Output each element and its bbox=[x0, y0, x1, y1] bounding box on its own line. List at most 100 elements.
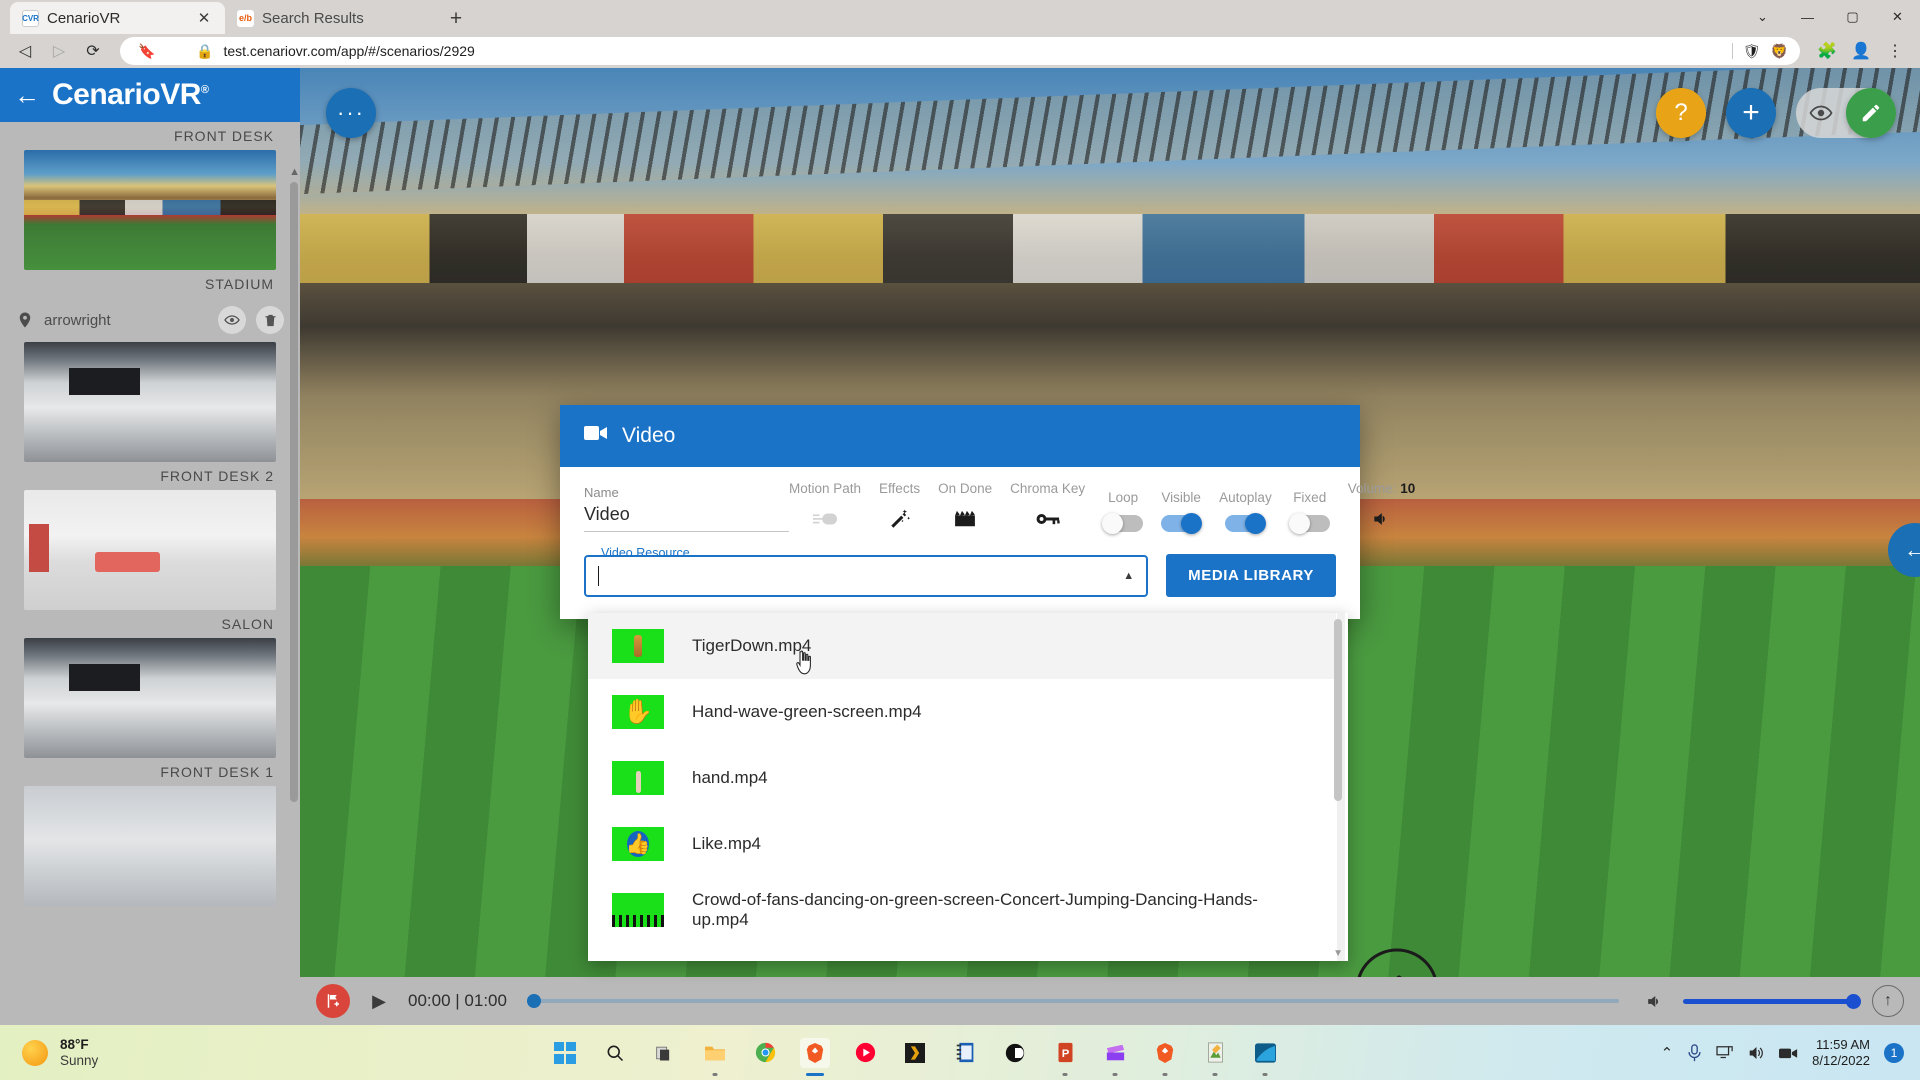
scene-item-front-desk-1[interactable]: FRONT DESK 1 bbox=[12, 638, 288, 786]
close-window-button[interactable]: ✕ bbox=[1875, 0, 1920, 34]
dropdown-scrollbar-track[interactable]: ▲ ▼ bbox=[1333, 613, 1345, 961]
maximize-button[interactable]: ▢ bbox=[1830, 0, 1875, 34]
browser-tab-cenariovr[interactable]: CVR CenarioVR ✕ bbox=[10, 2, 225, 34]
speaker-icon[interactable] bbox=[1639, 986, 1669, 1016]
video-resource-combobox[interactable]: ▲ bbox=[584, 554, 1149, 597]
chevron-up-icon[interactable]: ⌃ bbox=[1661, 1044, 1674, 1062]
list-item[interactable]: hand.mp4 bbox=[588, 745, 1336, 811]
option-motion-path[interactable]: Motion Path bbox=[789, 481, 861, 532]
dropdown-options-list[interactable]: TigerDown.mp4 Hand-wave-green-screen.mp4… bbox=[588, 613, 1336, 961]
camtasia-icon[interactable] bbox=[1250, 1038, 1280, 1076]
scene-thumbnail[interactable] bbox=[24, 150, 276, 270]
magic-wand-icon[interactable] bbox=[889, 506, 911, 532]
brave-icon[interactable]: 🦁 bbox=[1771, 43, 1788, 60]
dropdown-scrollbar-thumb[interactable] bbox=[1334, 619, 1342, 801]
scene-item-next[interactable] bbox=[12, 786, 288, 906]
option-chroma-key[interactable]: Chroma Key bbox=[1010, 481, 1085, 532]
video-resource-dropdown[interactable]: TigerDown.mp4 Hand-wave-green-screen.mp4… bbox=[588, 613, 1348, 961]
option-volume[interactable]: Volume: 10 bbox=[1348, 481, 1415, 532]
list-item[interactable]: Crowd-of-fans-dancing-on-green-screen-Co… bbox=[588, 877, 1336, 943]
scene-list[interactable]: ▲ FRONT DESK STADIUM arrowright FRONT DE… bbox=[0, 122, 300, 1025]
add-button[interactable]: + bbox=[1726, 88, 1776, 138]
add-flag-icon[interactable] bbox=[316, 984, 350, 1018]
new-tab-button[interactable]: + bbox=[440, 4, 472, 34]
scene-item-stadium[interactable]: STADIUM bbox=[12, 150, 288, 298]
play-button[interactable]: ▶ bbox=[364, 986, 394, 1016]
volume-knob[interactable] bbox=[1846, 993, 1861, 1009]
microphone-icon[interactable] bbox=[1687, 1043, 1702, 1062]
key-icon[interactable] bbox=[1036, 506, 1060, 532]
scroll-up-icon[interactable]: ▲ bbox=[1333, 613, 1343, 614]
speaker-icon[interactable] bbox=[1370, 506, 1392, 532]
shield-icon[interactable]: 🛡 bbox=[1743, 43, 1761, 60]
list-item[interactable]: Hand-wave-green-screen.mp4 bbox=[588, 679, 1336, 745]
profile-icon[interactable]: 👤 bbox=[1846, 37, 1876, 65]
lectora-icon[interactable] bbox=[1000, 1038, 1030, 1068]
loop-toggle[interactable] bbox=[1102, 513, 1144, 534]
notification-badge[interactable]: 1 bbox=[1883, 1042, 1904, 1063]
youtube-music-icon[interactable] bbox=[850, 1038, 880, 1068]
bookmark-icon[interactable]: 🔖 bbox=[132, 37, 162, 65]
option-on-done[interactable]: On Done bbox=[938, 481, 992, 532]
scroll-up-icon[interactable]: ▲ bbox=[289, 166, 300, 178]
option-visible[interactable]: Visible bbox=[1161, 490, 1203, 534]
trash-icon[interactable] bbox=[256, 306, 284, 334]
brave-beta-icon[interactable] bbox=[1150, 1038, 1180, 1076]
name-input[interactable] bbox=[584, 500, 789, 532]
notebook-icon[interactable] bbox=[950, 1038, 980, 1068]
scene-thumbnail[interactable] bbox=[24, 490, 276, 610]
address-bar[interactable]: 🔖 🔒 test.cenariovr.com/app/#/scenarios/2… bbox=[120, 37, 1800, 65]
volume-icon[interactable] bbox=[1748, 1045, 1765, 1061]
powerpoint-icon[interactable]: P bbox=[1050, 1038, 1080, 1076]
timeline-knob[interactable] bbox=[526, 994, 541, 1008]
option-fixed[interactable]: Fixed bbox=[1288, 490, 1330, 534]
clapperboard-icon[interactable] bbox=[954, 506, 976, 532]
browser-menu-icon[interactable]: ⋮ bbox=[1880, 37, 1910, 65]
start-button[interactable] bbox=[550, 1038, 580, 1068]
scene-thumbnail[interactable] bbox=[24, 786, 276, 906]
brave-browser-icon[interactable] bbox=[800, 1037, 831, 1076]
network-icon[interactable] bbox=[1716, 1045, 1734, 1061]
motion-path-icon[interactable] bbox=[813, 506, 838, 532]
task-view-icon[interactable] bbox=[650, 1038, 680, 1068]
browser-tab-search-results[interactable]: e/b Search Results bbox=[225, 2, 440, 34]
search-icon[interactable] bbox=[600, 1038, 630, 1068]
scene-thumbnail[interactable] bbox=[24, 638, 276, 758]
media-library-button[interactable]: MEDIA LIBRARY bbox=[1166, 554, 1336, 597]
chrome-icon[interactable] bbox=[750, 1038, 780, 1068]
clock[interactable]: 11:59 AM 8/12/2022 bbox=[1812, 1037, 1870, 1068]
help-button[interactable]: ? bbox=[1656, 88, 1706, 138]
file-explorer-icon[interactable] bbox=[700, 1038, 730, 1076]
chevron-up-icon[interactable]: ▲ bbox=[1123, 570, 1134, 582]
sidebar-scrollbar[interactable] bbox=[290, 182, 298, 802]
fixed-toggle[interactable] bbox=[1288, 513, 1330, 534]
list-item[interactable]: TigerDown.mp4 bbox=[588, 613, 1336, 679]
visible-toggle[interactable] bbox=[1161, 513, 1203, 534]
forward-icon[interactable]: ▷ bbox=[44, 37, 74, 65]
autoplay-toggle[interactable] bbox=[1225, 513, 1267, 534]
reload-icon[interactable]: ⟳ bbox=[78, 37, 108, 65]
chevron-down-icon[interactable]: ⌄ bbox=[1740, 0, 1785, 34]
edit-pencil-button[interactable] bbox=[1846, 88, 1896, 138]
expand-panel-button[interactable]: ↑ bbox=[1872, 985, 1904, 1017]
clipchamp-icon[interactable] bbox=[1100, 1038, 1130, 1076]
extensions-icon[interactable]: 🧩 bbox=[1812, 37, 1842, 65]
option-autoplay[interactable]: Autoplay bbox=[1219, 490, 1272, 534]
scene-item-salon[interactable]: SALON bbox=[12, 490, 288, 638]
scene-thumbnail[interactable] bbox=[24, 342, 276, 462]
back-icon[interactable]: ◁ bbox=[10, 37, 40, 65]
scene-menu-button[interactable]: ··· bbox=[326, 88, 376, 138]
video-resource-field[interactable]: Video Resource ▲ bbox=[584, 545, 1149, 597]
back-icon[interactable]: ← bbox=[14, 82, 40, 108]
snagit-editor-icon[interactable] bbox=[1200, 1038, 1230, 1076]
minimize-button[interactable]: — bbox=[1785, 0, 1830, 34]
scroll-down-icon[interactable]: ▼ bbox=[1333, 948, 1343, 959]
volume-slider[interactable] bbox=[1683, 993, 1861, 1009]
option-effects[interactable]: Effects bbox=[879, 481, 920, 532]
plex-icon[interactable] bbox=[900, 1038, 930, 1068]
weather-widget[interactable]: 88°F Sunny bbox=[0, 1037, 360, 1068]
list-item[interactable]: Like.mp4 bbox=[588, 811, 1336, 877]
timeline-scrubber[interactable] bbox=[526, 994, 1619, 1008]
option-loop[interactable]: Loop bbox=[1102, 490, 1144, 534]
camera-icon[interactable] bbox=[1779, 1046, 1798, 1060]
